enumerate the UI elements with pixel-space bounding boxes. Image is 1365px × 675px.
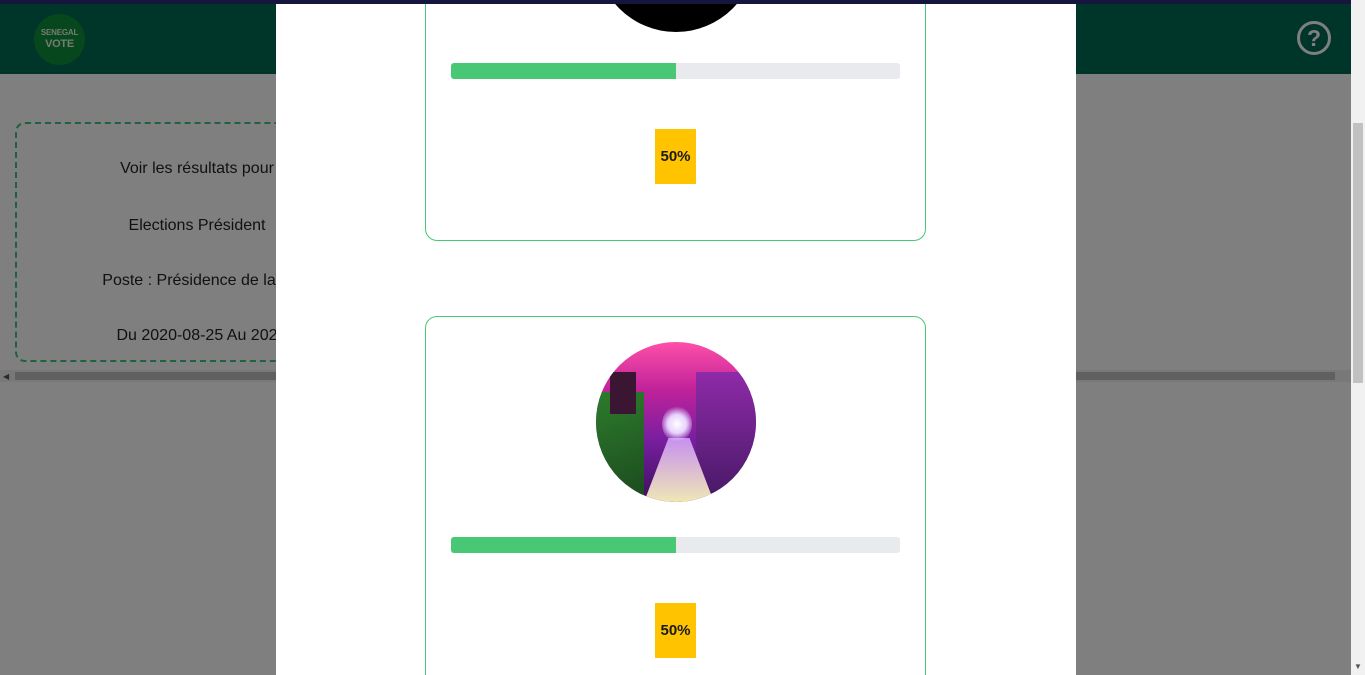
vote-progress-fill (451, 537, 676, 553)
vertical-scroll-thumb[interactable] (1353, 123, 1363, 383)
candidate-photo (596, 342, 756, 502)
scroll-down-icon[interactable]: ▼ (1354, 662, 1362, 671)
candidate-card: 50% (425, 316, 926, 675)
vote-progress-bar (451, 537, 900, 553)
results-modal: 50% 50% (276, 4, 1076, 675)
vote-progress-fill (451, 63, 676, 79)
percent-badge: 50% (655, 129, 696, 184)
candidate-card: 50% (425, 4, 926, 241)
vertical-scrollbar[interactable]: ▼ (1351, 0, 1365, 675)
percent-badge: 50% (655, 603, 696, 658)
candidate-photo (596, 4, 756, 32)
vote-progress-bar (451, 63, 900, 79)
